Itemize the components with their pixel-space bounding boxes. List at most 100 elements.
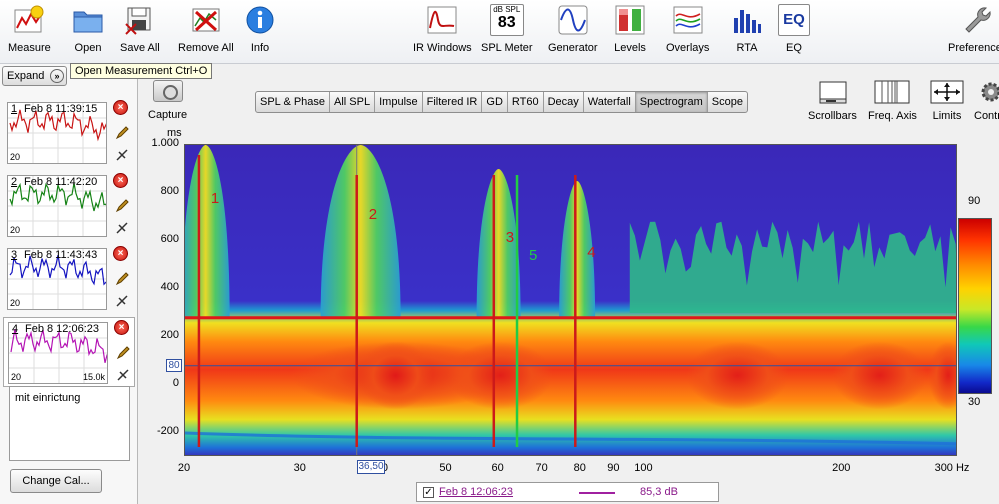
remove-all-button[interactable]: Remove All [178, 4, 234, 54]
edit-measurement-icon[interactable] [115, 272, 129, 286]
info-button[interactable]: Info [244, 4, 276, 54]
thumbnail-axis-label: 20 [11, 372, 22, 382]
limits-button[interactable]: Limits [929, 80, 965, 122]
remove-measurement-icon[interactable]: × [113, 100, 128, 115]
save-all-label: Save All [120, 42, 160, 54]
annotation-label: 1 [211, 190, 219, 207]
remove-measurement-icon[interactable]: × [114, 320, 129, 335]
spl-meter-value: 83 [497, 14, 516, 31]
spectrogram-hot-zone [832, 341, 928, 410]
annotation-label: 4 [587, 244, 595, 261]
notes-field[interactable]: mit einrictung [9, 386, 130, 461]
x-tick-label: 90 [607, 462, 620, 474]
preferences-label: Preferences [948, 42, 999, 54]
edit-measurement-icon[interactable] [116, 346, 130, 360]
expand-label: Expand [7, 70, 45, 82]
measurement-item[interactable]: 20 2 Feb 8 11:42:20 × [3, 171, 135, 241]
y-tick-label: 200 [160, 329, 179, 341]
y-tick-label: 1.000 [151, 137, 179, 149]
edit-measurement-icon[interactable] [115, 126, 129, 140]
eq-icon: EQ [778, 4, 810, 36]
legend-name[interactable]: Feb 8 12:06:23 [439, 486, 513, 498]
measurement-number: 3 [11, 249, 18, 261]
open-button[interactable]: Open [72, 4, 104, 54]
capture-label: Capture [148, 109, 188, 121]
levels-button[interactable]: Levels [614, 4, 646, 54]
lock-measurement-icon[interactable] [115, 294, 129, 308]
tab-scope[interactable]: Scope [708, 92, 747, 112]
scrollbars-icon [814, 80, 850, 104]
ir-windows-icon [426, 4, 458, 36]
spl-meter-icon: dB SPL 83 [489, 4, 524, 36]
color-scale-max: 90 [968, 195, 981, 207]
measurement-item[interactable]: 20 3 Feb 8 11:43:43 × [3, 244, 135, 314]
legend-value: 85,3 dB [640, 486, 678, 498]
thumbnail-axis-label: 20 [10, 225, 21, 235]
expand-button[interactable]: Expand » [2, 66, 67, 86]
spectrogram-plot[interactable]: 1 2 35 4 [184, 144, 957, 456]
legend-line [579, 492, 615, 494]
scrollbars-label: Scrollbars [808, 110, 857, 122]
tab-impulse[interactable]: Impulse [375, 92, 423, 112]
spl-meter-button[interactable]: dB SPL 83 SPL Meter [481, 4, 533, 54]
open-label: Open [74, 42, 102, 54]
annotation-label: 2 [369, 206, 377, 223]
spectrogram-hot-zone [686, 341, 789, 410]
capture-button[interactable]: Capture [148, 80, 187, 121]
tooltip: Open Measurement Ctrl+O [70, 63, 213, 79]
eq-icon-text: EQ [783, 11, 805, 28]
tab-spl-phase[interactable]: SPL & Phase [256, 92, 331, 112]
color-scale-min: 30 [968, 396, 981, 408]
change-cal-button[interactable]: Change Cal... [10, 469, 102, 493]
remove-measurement-icon[interactable]: × [113, 246, 128, 261]
remove-measurement-icon[interactable]: × [113, 173, 128, 188]
tab-waterfall[interactable]: Waterfall [584, 92, 636, 112]
rta-button[interactable]: RTA [731, 4, 763, 54]
generator-button[interactable]: Generator [548, 4, 598, 54]
eq-button[interactable]: EQ EQ [778, 4, 810, 54]
controls-button[interactable]: Contr [974, 80, 999, 122]
tab-all-spl[interactable]: All SPL [330, 92, 376, 112]
thumbnail-axis-label: 20 [10, 298, 21, 308]
preferences-button[interactable]: Preferences [948, 4, 999, 54]
overlays-icon [672, 4, 704, 36]
annotation-label: 5 [529, 247, 537, 264]
legend: ✓ Feb 8 12:06:23 85,3 dB [416, 482, 719, 502]
measurement-item[interactable]: 20 1 Feb 8 11:39:15 × [3, 98, 135, 168]
measurement-date: Feb 8 11:39:15 [24, 103, 98, 115]
tab-filtered-ir[interactable]: Filtered IR [423, 92, 483, 112]
x-tick-label: 20 [177, 462, 191, 474]
lock-measurement-icon[interactable] [115, 148, 129, 162]
overlays-button[interactable]: Overlays [666, 4, 709, 54]
x-tick-label: 80 [573, 462, 586, 474]
edit-measurement-icon[interactable] [115, 199, 129, 213]
rta-label: RTA [736, 42, 758, 54]
scrollbars-button[interactable]: Scrollbars [808, 80, 857, 122]
remove-all-label: Remove All [178, 42, 234, 54]
measurement-item[interactable]: 20 15.0k 4 Feb 8 12:06:23 × [3, 317, 135, 387]
tab-rt60[interactable]: RT60 [508, 92, 544, 112]
lock-measurement-icon[interactable] [115, 221, 129, 235]
measurement-date: Feb 8 11:43:43 [24, 249, 98, 261]
info-icon [244, 4, 276, 36]
save-all-icon [124, 4, 156, 36]
controls-gear-icon [975, 80, 999, 104]
tab-spectrogram[interactable]: Spectrogram [635, 92, 708, 112]
spl-meter-unit: dB SPL [493, 5, 521, 14]
freq-axis-button[interactable]: Freq. Axis [868, 80, 917, 122]
legend-checkbox[interactable]: ✓ [423, 487, 434, 498]
levels-label: Levels [614, 42, 646, 54]
measurement-number: 4 [12, 323, 19, 335]
tab-gd[interactable]: GD [482, 92, 508, 112]
tab-decay[interactable]: Decay [544, 92, 584, 112]
x-tick-label: 300 Hz [934, 462, 970, 474]
ir-windows-button[interactable]: IR Windows [413, 4, 472, 54]
lock-measurement-icon[interactable] [116, 368, 130, 382]
x-tick-label: 60 [491, 462, 504, 474]
camera-icon [152, 80, 183, 102]
measure-button[interactable]: Measure [8, 4, 51, 54]
freq-axis-label: Freq. Axis [868, 110, 917, 122]
save-all-button[interactable]: Save All [120, 4, 160, 54]
cursor-x-readout: 36,50 [357, 460, 385, 474]
spl-meter-label: SPL Meter [481, 42, 533, 54]
